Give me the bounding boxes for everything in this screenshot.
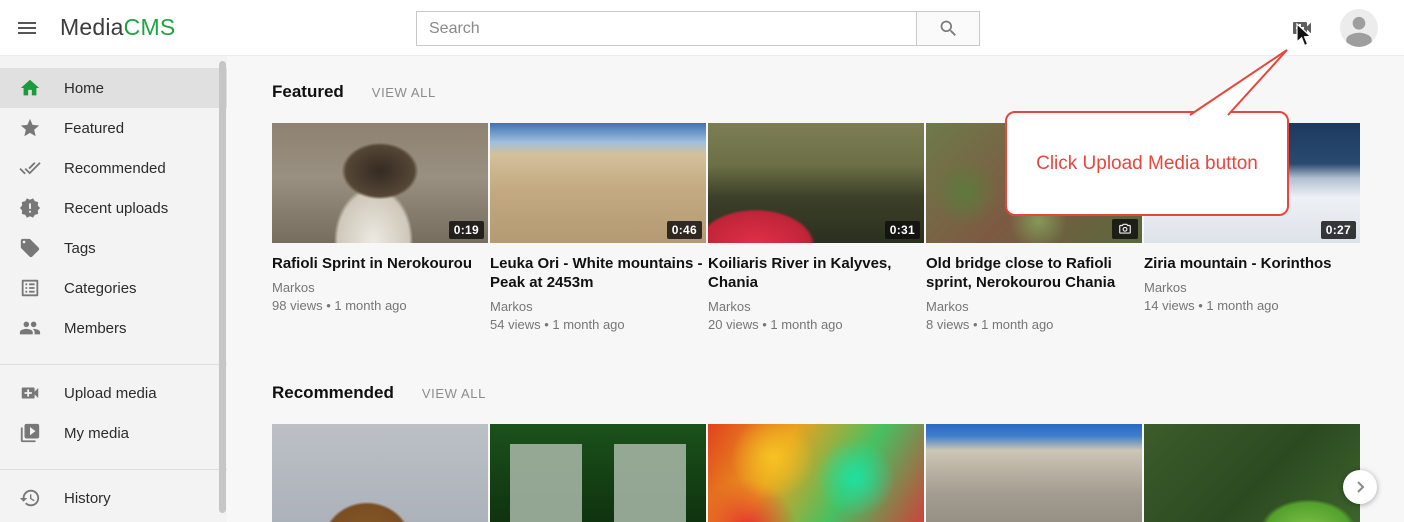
video-meta: 54 views • 1 month ago (490, 317, 706, 332)
video-meta: 8 views • 1 month ago (926, 317, 1142, 332)
sidebar-item-tags[interactable]: Tags (0, 228, 227, 268)
video-author[interactable]: Markos (490, 299, 706, 314)
chevron-right-icon (1352, 479, 1368, 495)
sidebar-item-home[interactable]: Home (0, 68, 227, 108)
duration-badge: 0:31 (885, 221, 920, 239)
video-thumbnail[interactable] (708, 424, 924, 522)
logo-text-primary: Media (60, 14, 124, 40)
sidebar-item-recent-uploads[interactable]: Recent uploads (0, 188, 227, 228)
media-card[interactable] (926, 424, 1142, 522)
sidebar: Home Featured Recommended Recent uploads (0, 56, 227, 522)
video-author[interactable]: Markos (926, 299, 1142, 314)
sidebar-item-label: Featured (64, 120, 124, 137)
upload-media-icon (18, 381, 42, 405)
video-title[interactable]: Koiliaris River in Kalyves, Chania (708, 254, 924, 292)
search-button[interactable] (916, 12, 979, 45)
new-releases-icon (18, 196, 42, 220)
video-meta: 98 views • 1 month ago (272, 298, 488, 313)
person-icon (1340, 9, 1378, 47)
sidebar-item-label: Upload media (64, 385, 157, 402)
logo-text-accent: CMS (124, 14, 176, 40)
upload-media-icon[interactable] (1290, 16, 1316, 40)
video-thumbnail[interactable] (490, 424, 706, 522)
home-icon (18, 76, 42, 100)
media-card[interactable]: 0:31 Koiliaris River in Kalyves, Chania … (708, 123, 924, 383)
duration-badge: 0:27 (1321, 221, 1356, 239)
history-icon (18, 486, 42, 510)
video-thumbnail[interactable]: 0:19 (272, 123, 488, 243)
recommended-view-all-link[interactable]: VIEW ALL (422, 386, 486, 401)
sidebar-item-label: Home (64, 80, 104, 97)
video-title[interactable]: Rafioli Sprint in Nerokourou (272, 254, 488, 273)
video-thumbnail[interactable]: 0:31 (708, 123, 924, 243)
sidebar-divider (0, 364, 227, 365)
video-meta: 14 views • 1 month ago (1144, 298, 1360, 313)
sidebar-item-label: Categories (64, 280, 137, 297)
section-title: Recommended (272, 383, 394, 403)
search-form (416, 11, 980, 46)
sidebar-scrollbar[interactable] (219, 61, 226, 513)
video-author[interactable]: Markos (708, 299, 924, 314)
sidebar-item-label: Members (64, 320, 127, 337)
sidebar-item-featured[interactable]: Featured (0, 108, 227, 148)
menu-icon[interactable] (14, 16, 40, 40)
sidebar-item-label: My media (64, 425, 129, 442)
user-avatar[interactable] (1340, 9, 1378, 47)
video-title[interactable]: Old bridge close to Rafioli sprint, Nero… (926, 254, 1142, 292)
camera-badge (1112, 219, 1138, 239)
my-media-icon (18, 421, 42, 445)
media-card[interactable]: 0:46 Leuka Ori - White mountains - Peak … (490, 123, 706, 383)
tag-icon (18, 236, 42, 260)
sidebar-item-members[interactable]: Members (0, 308, 227, 348)
tutorial-callout: Click Upload Media button (1005, 111, 1289, 216)
video-thumbnail[interactable] (272, 424, 488, 522)
carousel-next-button[interactable] (1343, 470, 1377, 504)
mediacms-home-page: MediaCMS Home Featured (0, 0, 1404, 522)
categories-icon (18, 276, 42, 300)
media-card[interactable] (708, 424, 924, 522)
sidebar-item-label: Tags (64, 240, 96, 257)
done-all-icon (18, 156, 42, 180)
search-icon (938, 18, 959, 39)
video-author[interactable]: Markos (1144, 280, 1360, 295)
media-card[interactable] (1144, 424, 1360, 522)
callout-text: Click Upload Media button (1036, 153, 1258, 175)
video-thumbnail[interactable] (1144, 424, 1360, 522)
recommended-card-row (272, 424, 1404, 522)
sidebar-item-history[interactable]: History (0, 478, 227, 518)
featured-section-header: Featured VIEW ALL (272, 56, 1404, 102)
duration-badge: 0:19 (449, 221, 484, 239)
video-thumbnail[interactable]: 0:46 (490, 123, 706, 243)
star-icon (18, 116, 42, 140)
featured-view-all-link[interactable]: VIEW ALL (372, 85, 436, 100)
top-bar: MediaCMS (0, 0, 1404, 56)
duration-badge: 0:46 (667, 221, 702, 239)
search-input[interactable] (417, 12, 916, 45)
video-thumbnail[interactable] (926, 424, 1142, 522)
sidebar-item-label: History (64, 490, 111, 507)
video-author[interactable]: Markos (272, 280, 488, 295)
section-title: Featured (272, 82, 344, 102)
app-logo[interactable]: MediaCMS (60, 14, 175, 41)
sidebar-item-categories[interactable]: Categories (0, 268, 227, 308)
sidebar-item-my-media[interactable]: My media (0, 413, 227, 453)
media-card[interactable] (490, 424, 706, 522)
members-icon (18, 316, 42, 340)
recommended-section-header: Recommended VIEW ALL (272, 383, 1404, 403)
sidebar-item-label: Recommended (64, 160, 166, 177)
sidebar-nav: Home Featured Recommended Recent uploads (0, 56, 227, 518)
sidebar-item-upload-media[interactable]: Upload media (0, 373, 227, 413)
sidebar-item-recommended[interactable]: Recommended (0, 148, 227, 188)
video-title[interactable]: Leuka Ori - White mountains - Peak at 24… (490, 254, 706, 292)
sidebar-divider (0, 469, 227, 470)
sidebar-item-label: Recent uploads (64, 200, 168, 217)
video-title[interactable]: Ziria mountain - Korinthos (1144, 254, 1360, 273)
camera-icon (1118, 222, 1132, 236)
media-card[interactable]: 0:19 Rafioli Sprint in Nerokourou Markos… (272, 123, 488, 383)
video-meta: 20 views • 1 month ago (708, 317, 924, 332)
media-card[interactable] (272, 424, 488, 522)
